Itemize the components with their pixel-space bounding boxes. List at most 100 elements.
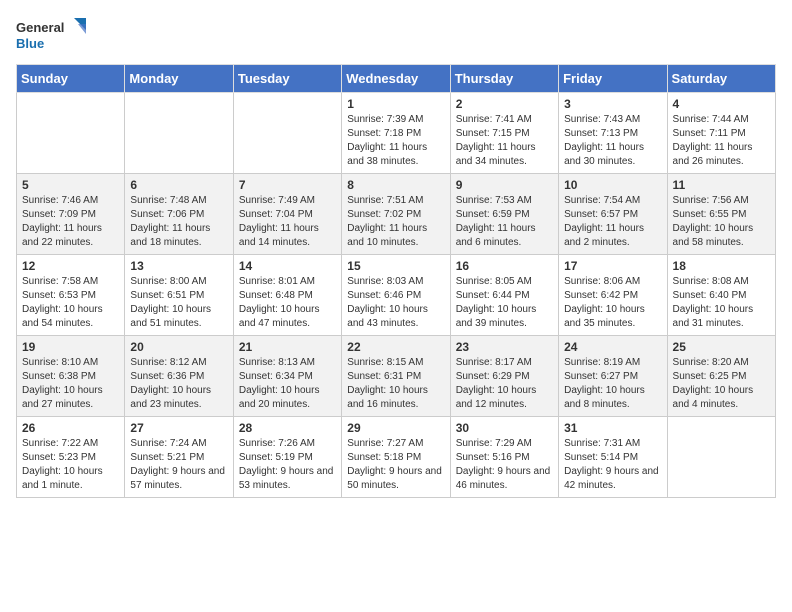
calendar-table: SundayMondayTuesdayWednesdayThursdayFrid… xyxy=(16,64,776,498)
page-header: General Blue xyxy=(16,16,776,56)
day-info: Sunrise: 7:54 AM Sunset: 6:57 PM Dayligh… xyxy=(564,194,661,250)
day-number: 19 xyxy=(22,340,119,354)
calendar-cell: 24 Sunrise: 8:19 AM Sunset: 6:27 PM Dayli… xyxy=(559,336,667,417)
calendar-cell xyxy=(17,93,125,174)
day-number: 16 xyxy=(456,259,553,273)
day-number: 29 xyxy=(347,421,444,435)
calendar-cell: 1 Sunrise: 7:39 AM Sunset: 7:18 PM Daylig… xyxy=(342,93,450,174)
day-info: Sunrise: 7:41 AM Sunset: 7:15 PM Dayligh… xyxy=(456,113,553,169)
column-header-sunday: Sunday xyxy=(17,65,125,93)
day-info: Sunrise: 8:17 AM Sunset: 6:29 PM Dayligh… xyxy=(456,356,553,412)
column-header-thursday: Thursday xyxy=(450,65,558,93)
day-number: 14 xyxy=(239,259,336,273)
column-header-tuesday: Tuesday xyxy=(233,65,341,93)
day-number: 1 xyxy=(347,97,444,111)
day-number: 9 xyxy=(456,178,553,192)
calendar-cell: 29 Sunrise: 7:27 AM Sunset: 5:18 PM Dayli… xyxy=(342,417,450,498)
day-number: 21 xyxy=(239,340,336,354)
calendar-cell: 15 Sunrise: 8:03 AM Sunset: 6:46 PM Dayli… xyxy=(342,255,450,336)
calendar-cell: 25Sunrise: 8:20 AM Sunset: 6:25 PM Dayli… xyxy=(667,336,775,417)
day-info: Sunrise: 8:03 AM Sunset: 6:46 PM Dayligh… xyxy=(347,275,444,331)
day-info: Sunrise: 7:53 AM Sunset: 6:59 PM Dayligh… xyxy=(456,194,553,250)
calendar-week-row: 26 Sunrise: 7:22 AM Sunset: 5:23 PM Dayli… xyxy=(17,417,776,498)
day-number: 15 xyxy=(347,259,444,273)
day-number: 24 xyxy=(564,340,661,354)
day-info: Sunrise: 8:19 AM Sunset: 6:27 PM Dayligh… xyxy=(564,356,661,412)
day-number: 11 xyxy=(673,178,770,192)
day-number: 12 xyxy=(22,259,119,273)
logo: General Blue xyxy=(16,16,86,56)
calendar-week-row: 19 Sunrise: 8:10 AM Sunset: 6:38 PM Dayli… xyxy=(17,336,776,417)
day-info: Sunrise: 7:44 AM Sunset: 7:11 PM Dayligh… xyxy=(673,113,770,169)
day-number: 8 xyxy=(347,178,444,192)
day-info: Sunrise: 7:39 AM Sunset: 7:18 PM Dayligh… xyxy=(347,113,444,169)
day-info: Sunrise: 7:22 AM Sunset: 5:23 PM Dayligh… xyxy=(22,437,119,493)
calendar-cell: 11 Sunrise: 7:56 AM Sunset: 6:55 PM Dayli… xyxy=(667,174,775,255)
day-info: Sunrise: 8:08 AM Sunset: 6:40 PM Dayligh… xyxy=(673,275,770,331)
calendar-cell: 18 Sunrise: 8:08 AM Sunset: 6:40 PM Dayli… xyxy=(667,255,775,336)
day-number: 10 xyxy=(564,178,661,192)
calendar-cell: 20 Sunrise: 8:12 AM Sunset: 6:36 PM Dayli… xyxy=(125,336,233,417)
day-number: 26 xyxy=(22,421,119,435)
day-number: 22 xyxy=(347,340,444,354)
day-info: Sunrise: 7:27 AM Sunset: 5:18 PM Dayligh… xyxy=(347,437,444,493)
calendar-header-row: SundayMondayTuesdayWednesdayThursdayFrid… xyxy=(17,65,776,93)
day-info: Sunrise: 8:15 AM Sunset: 6:31 PM Dayligh… xyxy=(347,356,444,412)
day-info: Sunrise: 7:31 AM Sunset: 5:14 PM Dayligh… xyxy=(564,437,661,493)
day-number: 17 xyxy=(564,259,661,273)
day-number: 6 xyxy=(130,178,227,192)
calendar-cell: 4 Sunrise: 7:44 AM Sunset: 7:11 PM Daylig… xyxy=(667,93,775,174)
day-number: 28 xyxy=(239,421,336,435)
day-info: Sunrise: 8:01 AM Sunset: 6:48 PM Dayligh… xyxy=(239,275,336,331)
day-info: Sunrise: 7:58 AM Sunset: 6:53 PM Dayligh… xyxy=(22,275,119,331)
calendar-cell: 16 Sunrise: 8:05 AM Sunset: 6:44 PM Dayli… xyxy=(450,255,558,336)
calendar-cell: 31 Sunrise: 7:31 AM Sunset: 5:14 PM Dayli… xyxy=(559,417,667,498)
day-info: Sunrise: 8:05 AM Sunset: 6:44 PM Dayligh… xyxy=(456,275,553,331)
calendar-cell: 12 Sunrise: 7:58 AM Sunset: 6:53 PM Dayli… xyxy=(17,255,125,336)
calendar-cell: 21 Sunrise: 8:13 AM Sunset: 6:34 PM Dayli… xyxy=(233,336,341,417)
day-number: 5 xyxy=(22,178,119,192)
calendar-week-row: 12 Sunrise: 7:58 AM Sunset: 6:53 PM Dayli… xyxy=(17,255,776,336)
day-number: 25 xyxy=(673,340,770,354)
calendar-cell: 14 Sunrise: 8:01 AM Sunset: 6:48 PM Dayli… xyxy=(233,255,341,336)
column-header-friday: Friday xyxy=(559,65,667,93)
day-info: Sunrise: 7:51 AM Sunset: 7:02 PM Dayligh… xyxy=(347,194,444,250)
calendar-cell: 3Sunrise: 7:43 AM Sunset: 7:13 PM Daylig… xyxy=(559,93,667,174)
calendar-cell: 5 Sunrise: 7:46 AM Sunset: 7:09 PM Daylig… xyxy=(17,174,125,255)
day-number: 31 xyxy=(564,421,661,435)
calendar-cell: 2 Sunrise: 7:41 AM Sunset: 7:15 PM Daylig… xyxy=(450,93,558,174)
day-info: Sunrise: 8:00 AM Sunset: 6:51 PM Dayligh… xyxy=(130,275,227,331)
column-header-wednesday: Wednesday xyxy=(342,65,450,93)
day-info: Sunrise: 8:13 AM Sunset: 6:34 PM Dayligh… xyxy=(239,356,336,412)
calendar-cell: 8 Sunrise: 7:51 AM Sunset: 7:02 PM Daylig… xyxy=(342,174,450,255)
day-number: 27 xyxy=(130,421,227,435)
day-number: 20 xyxy=(130,340,227,354)
column-header-monday: Monday xyxy=(125,65,233,93)
calendar-cell: 22 Sunrise: 8:15 AM Sunset: 6:31 PM Dayli… xyxy=(342,336,450,417)
day-info: Sunrise: 7:46 AM Sunset: 7:09 PM Dayligh… xyxy=(22,194,119,250)
calendar-cell xyxy=(125,93,233,174)
day-number: 30 xyxy=(456,421,553,435)
calendar-cell: 17 Sunrise: 8:06 AM Sunset: 6:42 PM Dayli… xyxy=(559,255,667,336)
day-info: Sunrise: 8:06 AM Sunset: 6:42 PM Dayligh… xyxy=(564,275,661,331)
day-info: Sunrise: 8:10 AM Sunset: 6:38 PM Dayligh… xyxy=(22,356,119,412)
day-info: Sunrise: 7:26 AM Sunset: 5:19 PM Dayligh… xyxy=(239,437,336,493)
day-number: 3 xyxy=(564,97,661,111)
day-info: Sunrise: 7:56 AM Sunset: 6:55 PM Dayligh… xyxy=(673,194,770,250)
calendar-cell: 10 Sunrise: 7:54 AM Sunset: 6:57 PM Dayli… xyxy=(559,174,667,255)
calendar-cell: 26 Sunrise: 7:22 AM Sunset: 5:23 PM Dayli… xyxy=(17,417,125,498)
calendar-cell: 7Sunrise: 7:49 AM Sunset: 7:04 PM Daylig… xyxy=(233,174,341,255)
calendar-cell: 6Sunrise: 7:48 AM Sunset: 7:06 PM Daylig… xyxy=(125,174,233,255)
logo-svg: General Blue xyxy=(16,16,86,56)
calendar-cell: 19 Sunrise: 8:10 AM Sunset: 6:38 PM Dayli… xyxy=(17,336,125,417)
calendar-cell: 23Sunrise: 8:17 AM Sunset: 6:29 PM Dayli… xyxy=(450,336,558,417)
day-number: 4 xyxy=(673,97,770,111)
day-number: 18 xyxy=(673,259,770,273)
calendar-week-row: 1 Sunrise: 7:39 AM Sunset: 7:18 PM Daylig… xyxy=(17,93,776,174)
day-number: 2 xyxy=(456,97,553,111)
calendar-week-row: 5 Sunrise: 7:46 AM Sunset: 7:09 PM Daylig… xyxy=(17,174,776,255)
day-number: 7 xyxy=(239,178,336,192)
calendar-cell: 28 Sunrise: 7:26 AM Sunset: 5:19 PM Dayli… xyxy=(233,417,341,498)
column-header-saturday: Saturday xyxy=(667,65,775,93)
day-info: Sunrise: 8:12 AM Sunset: 6:36 PM Dayligh… xyxy=(130,356,227,412)
